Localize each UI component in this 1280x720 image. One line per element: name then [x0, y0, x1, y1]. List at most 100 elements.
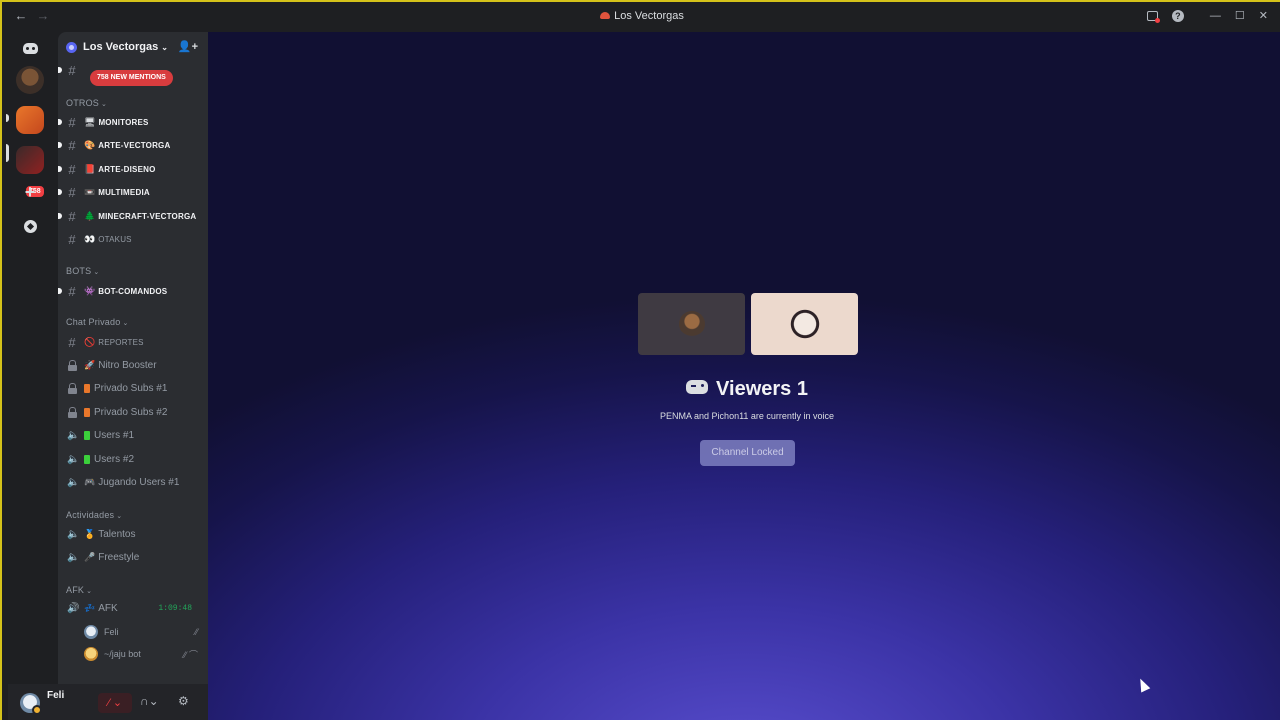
channel-emoji: 👾	[84, 285, 96, 296]
channel-talentos[interactable]: 🔈 🏅 Talentos	[66, 524, 204, 544]
hash-icon: #	[68, 62, 76, 78]
maximize-icon[interactable]: ☐	[1235, 9, 1245, 22]
add-server-button[interactable]: +	[16, 178, 44, 206]
speaker-lock-icon: 🔈	[67, 551, 80, 563]
channel-jugando-users-1[interactable]: 🔈 🎮 Jugando Users #1	[66, 472, 204, 492]
unread-indicator	[58, 288, 62, 294]
speaker-lock-icon: 🔈	[67, 453, 80, 465]
hash-icon: #	[68, 137, 76, 153]
hash-icon: #	[68, 184, 76, 200]
plus-icon: +	[24, 181, 36, 202]
channel-privado-subs-2[interactable]: Privado Subs #2	[66, 402, 204, 422]
discord-window: ← → Los Vectorgas ? — ☐ ✕ 4 52 758 + Los…	[0, 0, 1280, 720]
channel-users-1[interactable]: 🔈 Users #1	[66, 425, 204, 445]
new-mentions-badge[interactable]: 758 NEW MENTIONS	[90, 70, 173, 86]
channel-nitro-booster[interactable]: 🚀 Nitro Booster	[66, 355, 204, 375]
hash-icon: #	[68, 231, 76, 247]
discord-logo-icon	[22, 42, 38, 54]
channel-reportes[interactable]: # 🚫 REPORTES	[66, 332, 204, 352]
window-controls: ? — ☐ ✕	[1146, 9, 1268, 23]
participant-tile[interactable]	[751, 293, 858, 355]
channel-arte-vectorga[interactable]: # 🎨 ARTE-VECTORGA	[58, 135, 204, 155]
green-square-icon	[84, 454, 90, 464]
minimize-icon[interactable]: —	[1210, 10, 1221, 22]
channel-label: AFK	[98, 602, 118, 614]
dm-avatar[interactable]	[16, 66, 44, 94]
channel-bot-comandos[interactable]: # 👾 BOT-COMANDOS	[58, 281, 204, 301]
voice-status-text: PENMA and Pichon11 are currently in voic…	[660, 411, 834, 421]
server-icon-orange[interactable]	[16, 106, 44, 134]
channel-arte-diseno[interactable]: # 📕 ARTE-DISENO	[58, 159, 204, 179]
channel-label: Privado Subs #1	[94, 382, 168, 394]
orange-square-icon	[84, 407, 90, 417]
voice-user-name: Feli	[104, 627, 119, 637]
channel-label: Freestyle	[98, 551, 140, 563]
channel-label: Privado Subs #2	[94, 406, 168, 418]
server-rail: 4 52 758 +	[2, 32, 58, 720]
category-actividades[interactable]: Actividades ⌄	[66, 510, 122, 520]
stage-title: Viewers 1	[208, 378, 1280, 401]
hash-icon: #	[68, 334, 76, 350]
category-bots[interactable]: BOTS ⌄	[66, 266, 99, 276]
server-header[interactable]: Los Vectorgas ⌄ 👤+	[58, 32, 208, 62]
channel-emoji: 📕	[84, 163, 96, 174]
channel-emoji: 🎤	[84, 551, 96, 562]
speaker-lock-icon: 🔈	[67, 429, 80, 441]
voice-timer: 1:09:48	[158, 603, 192, 613]
channel-users-2[interactable]: 🔈 Users #2	[66, 449, 204, 469]
server-name: Los Vectorgas	[83, 41, 159, 53]
channel-label: Users #1	[94, 429, 135, 441]
channel-freestyle[interactable]: 🔈 🎤 Freestyle	[66, 547, 204, 567]
speaker-lock-icon: 🔈	[67, 476, 80, 488]
channel-otakus[interactable]: # 👀 OTAKUS	[66, 229, 204, 249]
discord-home-button[interactable]	[16, 34, 44, 62]
channel-label: Talentos	[98, 528, 136, 540]
channel-emoji: 🌲	[84, 210, 96, 221]
channel-multimedia[interactable]: # 📼 MULTIMEDIA	[58, 182, 204, 202]
voice-stage: Viewers 1 PENMA and Pichon11 are current…	[208, 32, 1280, 720]
speaker-icon: 🔊	[67, 602, 80, 614]
inbox-icon[interactable]	[1146, 10, 1160, 23]
participant-tile[interactable]	[638, 293, 745, 355]
channel-privado-subs-1[interactable]: Privado Subs #1	[66, 378, 204, 398]
server-avatar-icon	[66, 41, 77, 53]
unread-pill	[6, 114, 9, 122]
voice-user[interactable]: Feli ⁄⁄	[84, 622, 202, 642]
avatar[interactable]	[20, 693, 42, 715]
hash-icon: #	[68, 114, 76, 130]
channel-label: BOT-COMANDOS	[98, 286, 168, 296]
channel-afk[interactable]: 🔊 💤 AFK 1:09:48	[66, 598, 204, 618]
lock-icon	[68, 360, 77, 371]
channel-minecraft-vectorga[interactable]: # 🌲 MINECRAFT-VECTORGA	[58, 206, 204, 226]
microphone-muted-button[interactable]: ⁄ ⌄	[98, 693, 132, 713]
user-panel: Feli ⁄ ⌄ ∩⌄ ⚙	[8, 684, 208, 720]
help-icon[interactable]: ?	[1171, 9, 1184, 22]
unread-indicator	[58, 67, 62, 73]
gear-icon[interactable]: ⚙	[178, 694, 189, 708]
headphones-icon[interactable]: ∩⌄	[140, 694, 159, 708]
channel-emoji: 🎮	[84, 476, 96, 487]
chevron-down-icon: ⌄	[86, 588, 93, 595]
channel-emoji: 📼	[84, 186, 96, 197]
channel-monitores[interactable]: # 🖥 MONITORES	[58, 112, 204, 132]
window-title: Los Vectorgas	[2, 10, 1280, 22]
close-icon[interactable]: ✕	[1259, 9, 1268, 22]
category-chat-privado[interactable]: Chat Privado ⌄	[66, 317, 129, 327]
chevron-down-icon: ⌄	[101, 101, 108, 108]
channel-label: MONITORES	[98, 117, 149, 127]
category-afk[interactable]: AFK ⌄	[66, 585, 92, 595]
voice-user[interactable]: ~/jaju bot ⁄⁄ ⌒	[84, 644, 202, 664]
channel-locked-button[interactable]: Channel Locked	[700, 440, 795, 466]
channel-label: ARTE-DISENO	[98, 164, 156, 174]
channel-emoji: 💤	[84, 602, 96, 613]
title-bar: ← → Los Vectorgas ? — ☐ ✕	[2, 2, 1280, 32]
server-icon-vectorgas[interactable]	[16, 146, 44, 174]
channel-label: OTAKUS	[98, 234, 132, 244]
invite-people-icon[interactable]: 👤+	[178, 40, 198, 53]
chevron-down-icon: ⌄	[93, 269, 100, 276]
lock-icon	[68, 383, 77, 394]
orange-square-icon	[84, 383, 90, 393]
speaker-lock-icon: 🔈	[67, 528, 80, 540]
category-otros[interactable]: OTROS ⌄	[66, 98, 107, 108]
explore-button[interactable]	[16, 212, 44, 240]
